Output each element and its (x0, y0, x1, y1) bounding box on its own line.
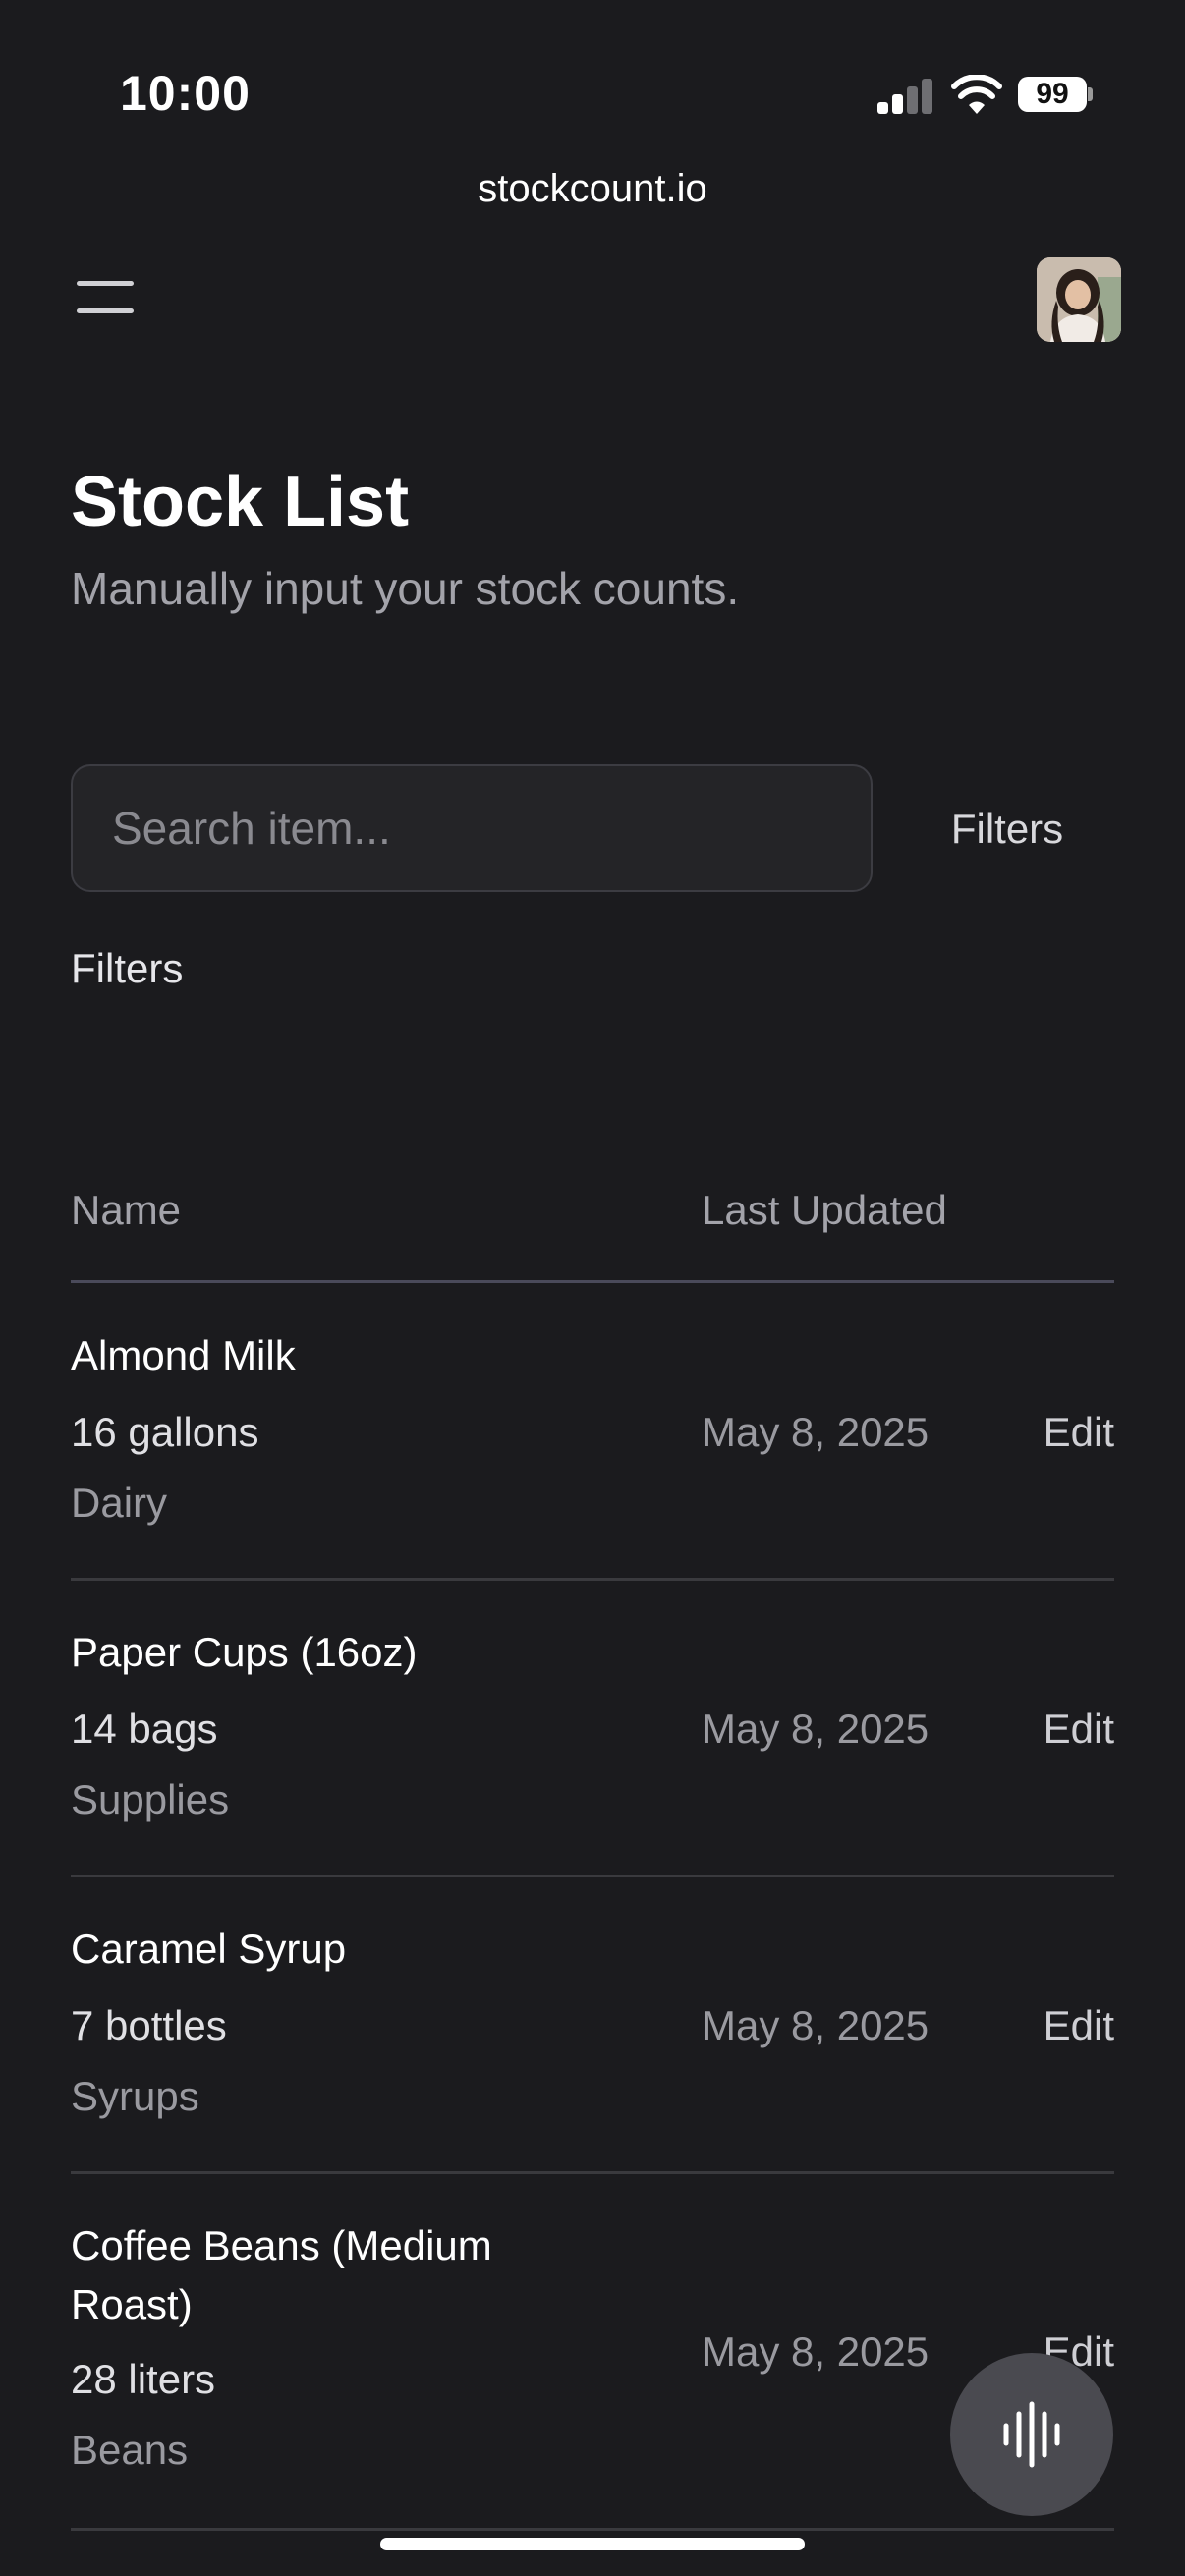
cellular-signal-icon (877, 77, 934, 114)
table-row[interactable]: Almond Milk 16 gallons Dairy May 8, 2025… (71, 1326, 1114, 1582)
status-time: 10:00 (120, 66, 251, 121)
item-name: Coffee Beans (Medium Roast) (71, 2222, 492, 2327)
table-row[interactable]: Caramel Syrup 7 bottles Syrups May 8, 20… (71, 1920, 1114, 2175)
item-category: Dairy (71, 1480, 168, 1526)
item-last-updated: May 8, 2025 (702, 1706, 930, 1752)
battery-level: 99 (1018, 77, 1087, 112)
item-quantity: 28 liters (71, 2356, 216, 2402)
battery-icon: 99 (1018, 77, 1093, 114)
wifi-icon (951, 74, 1002, 116)
header-divider (71, 1280, 1114, 1283)
user-avatar[interactable] (1037, 257, 1121, 342)
row-divider (71, 2171, 1114, 2174)
item-last-updated: May 8, 2025 (702, 2328, 930, 2375)
item-quantity: 7 bottles (71, 2002, 227, 2048)
item-category: Supplies (71, 1776, 230, 1822)
status-bar: 10:00 99 (0, 0, 1185, 147)
item-last-updated: May 8, 2025 (702, 2002, 930, 2048)
item-last-updated: May 8, 2025 (702, 1409, 930, 1455)
item-category: Syrups (71, 2073, 199, 2119)
item-name: Almond Milk (71, 1332, 296, 1378)
edit-button[interactable]: Edit (1044, 1409, 1114, 1456)
filters-label: Filters (71, 945, 184, 991)
hamburger-menu-button[interactable] (71, 277, 140, 316)
hamburger-icon (77, 281, 134, 286)
url-bar[interactable]: stockcount.io (0, 167, 1185, 211)
table-row[interactable]: Paper Cups (16oz) 14 bags Supplies May 8… (71, 1623, 1114, 1878)
home-indicator (380, 2538, 805, 2550)
filters-button[interactable]: Filters (924, 800, 1091, 859)
page-title: Stock List (71, 463, 410, 541)
column-header-name: Name (71, 1187, 182, 1233)
edit-button[interactable]: Edit (1044, 1706, 1114, 1753)
row-divider (71, 1875, 1114, 1877)
item-name: Caramel Syrup (71, 1926, 347, 1972)
row-divider (71, 2528, 1114, 2531)
voice-input-button[interactable] (950, 2353, 1113, 2516)
column-header-last-updated: Last Updated (702, 1187, 947, 1233)
search-input[interactable] (71, 764, 873, 892)
page-subtitle: Manually input your stock counts. (71, 563, 740, 614)
edit-button[interactable]: Edit (1044, 2002, 1114, 2049)
voice-waveform-icon (1003, 2401, 1060, 2468)
item-category: Beans (71, 2427, 189, 2473)
item-quantity: 14 bags (71, 1706, 218, 1752)
row-divider (71, 1578, 1114, 1581)
item-quantity: 16 gallons (71, 1409, 259, 1455)
item-name: Paper Cups (16oz) (71, 1629, 418, 1675)
